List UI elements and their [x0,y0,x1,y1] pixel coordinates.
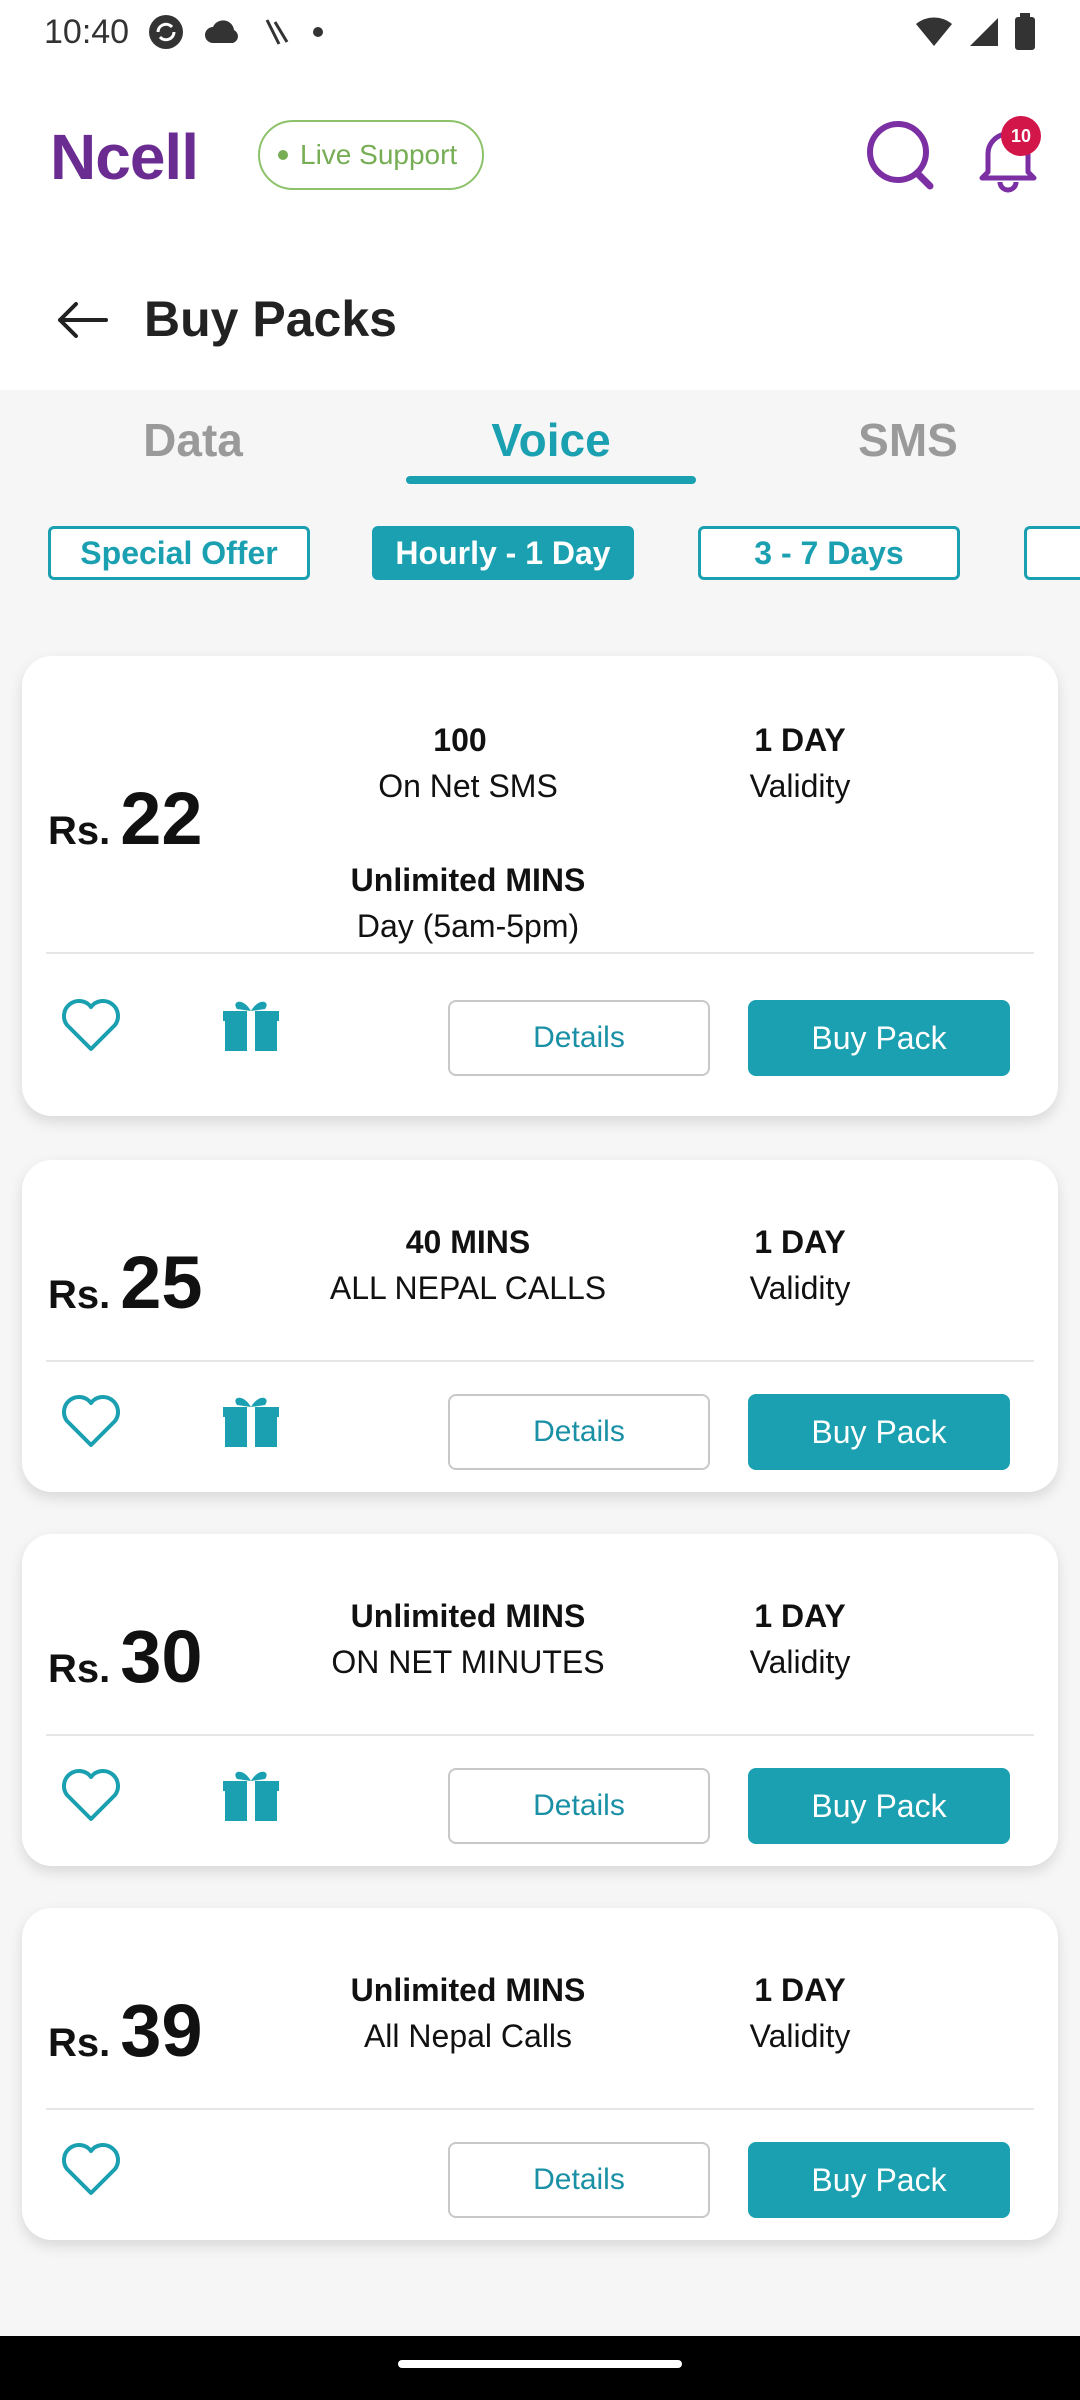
search-icon [867,121,934,190]
validity-subtitle: Validity [749,1644,851,1680]
heart-icon [62,1395,120,1447]
home-gesture-handle[interactable] [398,2360,682,2368]
wifi-icon [914,16,954,48]
price-value: 39 [120,1989,203,2072]
app-header: Ncell Live Support [0,100,1080,212]
cloud-icon [203,17,243,47]
filter-hourly-1-day[interactable]: Hourly - 1 Day [372,526,634,580]
benefit-subtitle: On Net SMS [378,768,558,804]
buy-pack-button[interactable]: Buy Pack [748,1000,1010,1076]
details-button[interactable]: Details [448,1000,710,1076]
benefit-subtitle: All Nepal Calls [363,2018,573,2054]
details-button[interactable]: Details [448,1768,710,1844]
buy-pack-button[interactable]: Buy Pack [748,2142,1010,2218]
buy-pack-button[interactable]: Buy Pack [748,1768,1010,1844]
benefit-subtitle: ALL NEPAL CALLS [329,1270,607,1306]
benefit-title: 100 [433,722,487,758]
status-time: 10:40 [44,12,130,51]
back-button[interactable] [52,290,112,350]
price-value: 25 [120,1241,203,1324]
filter-3-7-days[interactable]: 3 - 7 Days [698,526,960,580]
details-button[interactable]: Details [448,2142,710,2218]
pack-card: Rs. 39 Unlimited MINS All Nepal Calls 1 … [22,1908,1058,2240]
gift-icon [223,1397,279,1447]
validity-title: 1 DAY [754,1598,846,1634]
dot-icon [311,25,325,39]
benefit-title: 40 MINS [405,1224,531,1260]
card-divider [46,2108,1034,2110]
validity-subtitle: Validity [749,1270,851,1306]
card-divider [46,952,1034,954]
gift-icon [223,1001,279,1051]
live-dot-icon [278,150,288,160]
live-support-label: Live Support [300,139,458,170]
heart-icon [62,2143,120,2195]
price-currency: Rs. [48,1647,111,1691]
pack-card: Rs. 22 100 On Net SMS 1 DAY Validity Unl… [22,656,1058,1116]
filter-more-chip[interactable] [1024,526,1080,580]
back-arrow-icon [58,302,108,338]
gift-button[interactable] [218,1762,284,1828]
page-title: Buy Packs [144,291,397,347]
search-button[interactable] [862,116,942,196]
pack-card: Rs. 25 40 MINS ALL NEPAL CALLS 1 DAY Val… [22,1160,1058,1492]
tab-data[interactable]: Data [0,390,386,490]
benefit-subtitle: Day (5am-5pm) [356,908,580,944]
pack-price: Rs. 39 [48,1988,203,2073]
favorite-button[interactable] [58,1762,124,1828]
validity-title: 1 DAY [754,1972,846,2008]
status-bar: 10:40 [0,0,1080,64]
filter-special-offer[interactable]: Special Offer [48,526,310,580]
notification-badge: 10 [1001,116,1041,156]
favorite-button[interactable] [58,992,124,1058]
sync-icon [147,13,185,51]
pack-price: Rs. 30 [48,1614,203,1699]
favorite-button[interactable] [58,2136,124,2202]
signal-off-icon [261,16,293,48]
pack-price: Rs. 25 [48,1240,203,1325]
price-currency: Rs. [48,809,111,853]
details-button[interactable]: Details [448,1394,710,1470]
heart-icon [62,1769,120,1821]
system-nav-bar [0,2336,1080,2400]
validity-title: 1 DAY [754,722,846,758]
pack-card: Rs. 30 Unlimited MINS ON NET MINUTES 1 D… [22,1534,1058,1866]
validity-title: 1 DAY [754,1224,846,1260]
ncell-logo: Ncell [50,121,199,193]
tab-voice[interactable]: Voice [396,390,706,490]
active-tab-indicator [406,476,696,484]
tab-sms[interactable]: SMS [736,390,1080,490]
pack-price: Rs. 22 [48,776,203,861]
benefit-title: Unlimited MINS [350,1972,586,2008]
live-support-button[interactable]: Live Support [258,120,484,190]
cellular-signal-icon [968,16,1000,48]
gift-button[interactable] [218,1388,284,1454]
card-divider [46,1360,1034,1362]
content-area: Data Voice SMS Special Offer Hourly - 1 … [0,390,1080,2400]
benefit-title: Unlimited MINS [350,862,586,898]
page-title-row: Buy Packs [0,270,1080,370]
tab-bar: Data Voice SMS [0,390,1080,490]
gift-button[interactable] [218,992,284,1058]
price-currency: Rs. [48,1273,111,1317]
benefit-title: Unlimited MINS [350,1598,586,1634]
price-currency: Rs. [48,2021,111,2065]
price-value: 22 [120,777,203,860]
price-value: 30 [120,1615,203,1698]
card-divider [46,1734,1034,1736]
heart-icon [62,999,120,1051]
gift-icon [223,1771,279,1821]
benefit-subtitle: ON NET MINUTES [331,1644,605,1680]
buy-pack-button[interactable]: Buy Pack [748,1394,1010,1470]
validity-subtitle: Validity [749,768,851,804]
favorite-button[interactable] [58,1388,124,1454]
validity-subtitle: Validity [749,2018,851,2054]
battery-icon [1014,13,1036,51]
